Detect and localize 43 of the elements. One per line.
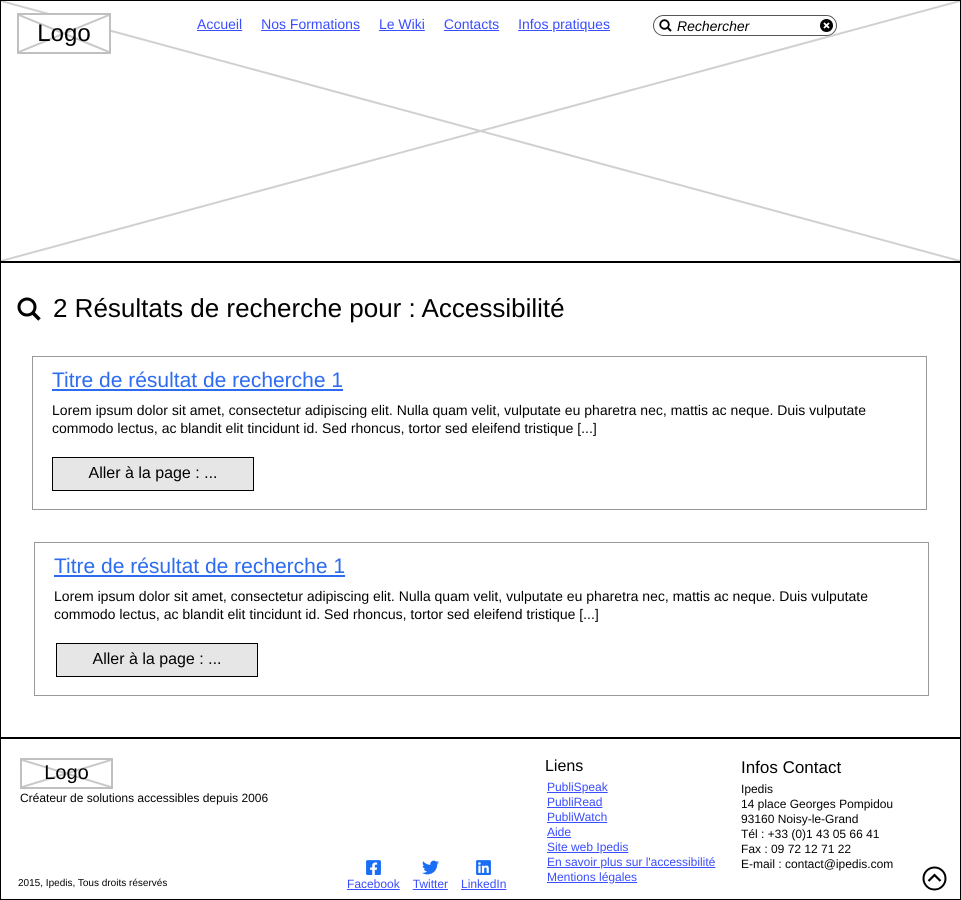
contact-line: E-mail : contact@ipedis.com [741, 857, 894, 872]
search-icon [658, 19, 672, 32]
contact-line: Tél : +33 (0)1 43 05 66 41 [741, 827, 880, 842]
footer-link[interactable]: Site web Ipedis [547, 840, 741, 855]
footer-link[interactable]: Mentions légales [547, 870, 741, 885]
result-title-link[interactable]: Titre de résultat de recherche 1 [52, 369, 344, 393]
contact-heading: Infos Contact [741, 758, 842, 778]
nav-link[interactable]: Infos pratiques [518, 16, 610, 32]
footer-link[interactable]: PubliRead [547, 795, 741, 810]
social-link[interactable]: LinkedIn [461, 859, 506, 891]
result-excerpt: Lorem ipsum dolor sit amet, consectetur adipiscing elit. Nulla quam velit, vulputate eu pharetra nec, mattis ac neque. Duis vulputate commodo lectus, ac blandit elit tincidunt id. Sed rhoncus, tortor sed eleifend tristique [...] [54, 587, 869, 623]
back-to-top-button[interactable] [922, 866, 947, 891]
nav-link[interactable]: Le Wiki [378, 16, 425, 32]
result-excerpt: Lorem ipsum dolor sit amet, consectetur adipiscing elit. Nulla quam velit, vulputate eu pharetra nec, mattis ac neque. Duis vulputate commodo lectus, ac blandit elit tincidunt id. Sed rhoncus, tortor sed eleifend tristique [...] [52, 401, 867, 437]
contact-line: Ipedis [741, 782, 774, 797]
bird-icon [422, 859, 439, 876]
chevron-up-icon [922, 866, 947, 891]
copyright: 2015, Ipedis, Tous droits réservés [18, 878, 168, 889]
nav-link[interactable]: Accueil [197, 16, 242, 32]
social-link[interactable]: Twitter [412, 859, 448, 891]
results-heading: 2 Résultats de recherche pour : Accessibilité [53, 293, 565, 324]
linkedin-icon [475, 859, 492, 876]
go-to-page-button[interactable]: Aller à la page : ... [52, 457, 254, 491]
nav-link[interactable]: Nos Formations [261, 16, 360, 32]
footer-link[interactable]: En savoir plus sur l'accessibilité [547, 855, 741, 870]
nav-link[interactable]: Contacts [444, 16, 500, 32]
contact-line: 93160 Noisy-le-Grand [741, 812, 860, 827]
footer-link[interactable]: Aide [547, 825, 741, 840]
tagline: Créateur de solutions accessibles depuis 2006 [20, 791, 270, 805]
search-field[interactable]: Rechercher [652, 15, 837, 36]
search-icon [17, 296, 41, 320]
facebook-icon [364, 859, 382, 876]
footer-logo: Logo [20, 758, 113, 789]
social-link[interactable]: Facebook [347, 859, 400, 891]
footer-link[interactable]: PubliWatch [547, 810, 741, 825]
contact-line: 14 place Georges Pompidou [741, 797, 894, 812]
footer-link[interactable]: PubliSpeak [547, 780, 741, 795]
go-to-page-button[interactable]: Aller à la page : ... [56, 643, 258, 677]
logo: Logo [17, 13, 111, 54]
links-heading: Liens [545, 758, 584, 776]
result-title-link[interactable]: Titre de résultat de recherche 1 [54, 555, 346, 579]
clear-icon[interactable] [820, 19, 833, 32]
contact-line: Fax : 09 72 12 71 22 [741, 842, 852, 857]
